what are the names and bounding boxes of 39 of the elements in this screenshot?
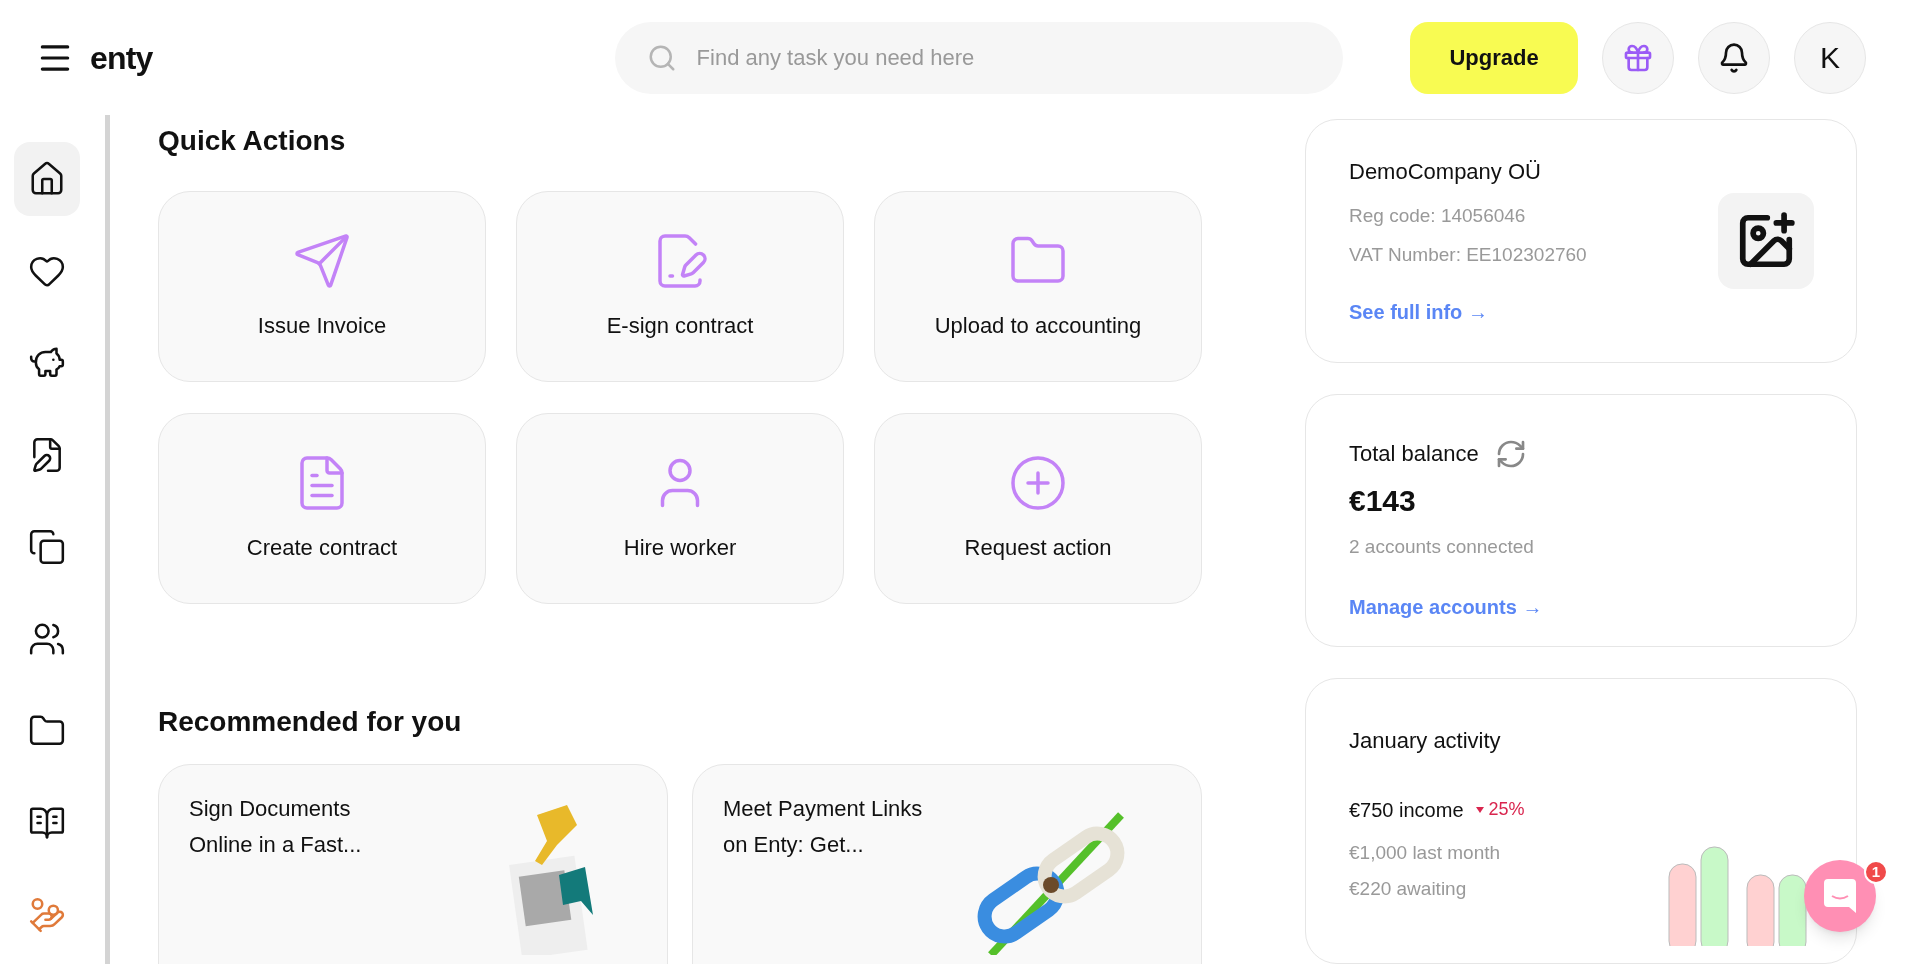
- awaiting-amount: €220 awaiting: [1349, 877, 1468, 902]
- down-triangle-icon: [1475, 806, 1484, 813]
- quick-action-card[interactable]: Request action: [874, 413, 1202, 604]
- section-title: Recommended for you: [158, 705, 463, 739]
- paper-plane-icon: [292, 231, 352, 291]
- balance-amount: €143: [1349, 483, 1417, 520]
- article-title: Meet Payment Links: [723, 795, 923, 823]
- quick-action-card[interactable]: Hire worker: [516, 413, 844, 604]
- company-name: DemoCompany OÜ: [1349, 158, 1542, 187]
- section-title: Quick Actions: [158, 124, 347, 158]
- balance-title: Total balance: [1349, 440, 1479, 469]
- logo: enty: [90, 38, 153, 78]
- last-month-amount: €1,000 last month: [1349, 840, 1502, 865]
- avatar-button[interactable]: K: [1794, 21, 1866, 94]
- quick-action-card[interactable]: Create contract: [158, 413, 486, 604]
- sidebar-item[interactable]: [13, 142, 80, 216]
- article-card[interactable]: Sign Documents Online in a Fast...: [158, 764, 668, 964]
- accounts-connected: 2 accounts connected: [1349, 535, 1535, 560]
- article-title: Online in a Fast...: [189, 831, 362, 859]
- upgrade-button[interactable]: Upgrade: [1410, 21, 1578, 94]
- article-title: Sign Documents: [189, 795, 352, 823]
- vat-number: VAT Number: EE102302760: [1349, 242, 1587, 267]
- bell-icon: [1718, 41, 1750, 74]
- plus-circle-icon: [1008, 453, 1068, 513]
- hand-coins-icon: [27, 896, 66, 934]
- reg-code: Reg code: 14056046: [1349, 204, 1527, 229]
- quick-action-card[interactable]: Upload to accounting: [874, 191, 1202, 382]
- add-logo-button[interactable]: [1718, 193, 1814, 290]
- article-card[interactable]: Meet Payment Links on Enty: Get...: [692, 764, 1202, 964]
- activity-title: January activity: [1349, 726, 1502, 755]
- income-amount: €750 income: [1349, 797, 1464, 823]
- income-change: 25%: [1488, 798, 1525, 822]
- quick-action-card[interactable]: E-sign contract: [516, 191, 844, 382]
- notification-badge: 1: [1864, 860, 1888, 884]
- search-field[interactable]: Find any task you need here: [614, 21, 1343, 94]
- copy-icon: [27, 528, 66, 566]
- article-title: on Enty: Get...: [723, 831, 865, 859]
- quick-action-card[interactable]: Issue Invoice: [158, 191, 486, 382]
- chat-bubble-icon: [1824, 879, 1856, 913]
